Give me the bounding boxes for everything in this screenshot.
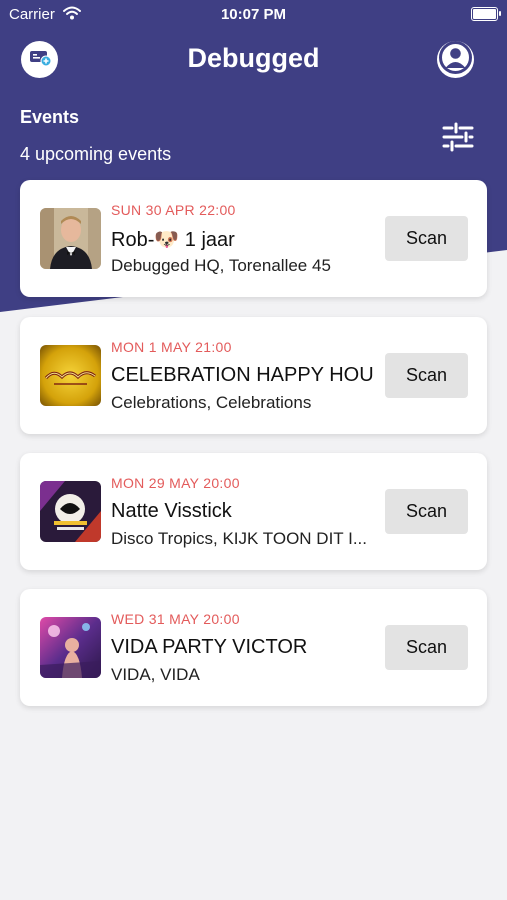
scan-button[interactable]: Scan [385, 489, 468, 534]
event-thumbnail [40, 481, 101, 542]
event-venue: Disco Tropics, KIJK TOON DIT I... [111, 529, 368, 548]
event-date: SUN 30 APR 22:00 [111, 202, 236, 218]
event-venue: VIDA, VIDA [111, 665, 200, 684]
event-date: MON 1 MAY 21:00 [111, 339, 232, 355]
app-title: Debugged [187, 43, 320, 73]
event-name: Rob-🐶 1 jaar [111, 229, 235, 251]
filter-button[interactable] [441, 122, 475, 152]
event-venue: Debugged HQ, Torenallee 45 [111, 256, 331, 275]
event-venue: Celebrations, Celebrations [111, 393, 312, 412]
scan-button[interactable]: Scan [385, 353, 468, 398]
status-bar: Carrier 10:07 PM [0, 0, 507, 30]
event-date: WED 31 MAY 20:00 [111, 611, 240, 627]
event-thumbnail [40, 345, 101, 406]
event-thumbnail [40, 208, 101, 269]
event-name: Natte Visstick [111, 500, 232, 522]
sliders-filter-icon [441, 122, 475, 156]
user-profile-icon [437, 39, 474, 81]
status-time: 10:07 PM [220, 6, 287, 23]
scan-button[interactable]: Scan [385, 625, 468, 670]
profile-button[interactable] [437, 39, 474, 81]
event-card[interactable]: SUN 30 APR 22:00 Rob-🐶 1 jaar Debugged H… [20, 180, 487, 297]
event-card[interactable]: MON 1 MAY 21:00 CELEBRATION HAPPY HOUR C… [20, 317, 487, 434]
event-card[interactable]: MON 29 MAY 20:00 Natte Visstick Disco Tr… [20, 453, 487, 570]
event-name: CELEBRATION HAPPY HOUR [111, 364, 373, 386]
battery-icon [471, 7, 501, 21]
events-count: 4 upcoming events [20, 144, 172, 164]
event-name: VIDA PARTY VICTOR [111, 636, 308, 658]
event-date: MON 29 MAY 20:00 [111, 475, 240, 491]
events-section-title: Events [20, 107, 80, 127]
scan-button[interactable]: Scan [385, 216, 468, 261]
event-card[interactable]: WED 31 MAY 20:00 VIDA PARTY VICTOR VIDA,… [20, 589, 487, 706]
event-thumbnail [40, 617, 101, 678]
